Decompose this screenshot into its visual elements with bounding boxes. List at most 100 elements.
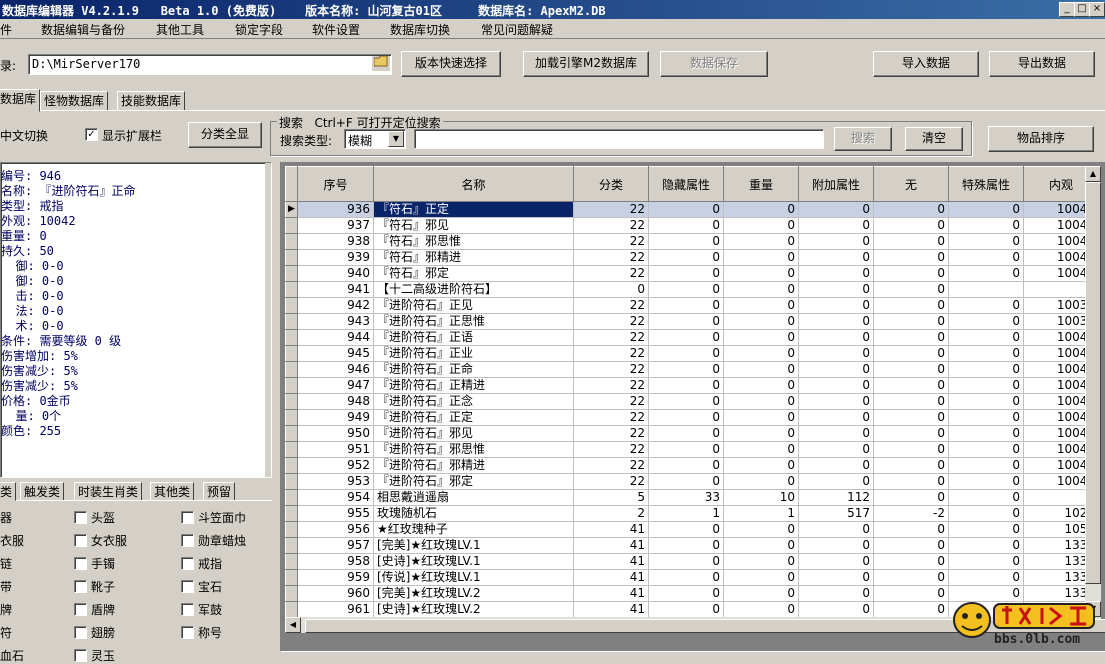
import-data-button[interactable]: 导入数据 xyxy=(873,51,979,77)
table-cell[interactable]: 0 xyxy=(948,489,1024,506)
table-cell[interactable]: 0 xyxy=(648,249,724,266)
category-checkbox[interactable] xyxy=(181,511,194,524)
table-cell[interactable]: 0 xyxy=(723,537,799,554)
table-row[interactable]: 948 『进阶符石』正念 22 0 0 0 0 0 10044 xyxy=(285,393,1099,410)
table-cell[interactable]: 0 xyxy=(798,377,874,394)
table-row[interactable]: 953 『进阶符石』邪定 22 0 0 0 0 0 10049 xyxy=(285,473,1099,490)
table-cell[interactable]: 0 xyxy=(723,329,799,346)
category-label[interactable]: 称号 xyxy=(198,624,222,641)
table-cell[interactable]: 0 xyxy=(873,217,949,234)
table-cell[interactable]: 22 xyxy=(573,345,649,362)
table-cell[interactable]: 0 xyxy=(573,281,649,298)
table-cell[interactable]: 41 xyxy=(573,521,649,538)
row-indicator[interactable] xyxy=(285,265,298,282)
table-cell[interactable]: 0 xyxy=(873,537,949,554)
row-indicator[interactable] xyxy=(285,233,298,250)
table-cell[interactable]: 0 xyxy=(648,569,724,586)
table-cell[interactable]: 948 xyxy=(297,393,374,410)
table-cell[interactable]: 『进阶符石』邪见 xyxy=(373,425,574,442)
table-cell[interactable]: 0 xyxy=(723,473,799,490)
table-cell[interactable]: 『进阶符石』正语 xyxy=(373,329,574,346)
table-cell[interactable]: 『符石』邪定 xyxy=(373,265,574,282)
table-cell[interactable]: 『进阶符石』邪思惟 xyxy=(373,441,574,458)
table-cell[interactable]: 0 xyxy=(948,361,1024,378)
table-cell[interactable]: 0 xyxy=(798,553,874,570)
table-cell[interactable]: 0 xyxy=(948,201,1024,218)
table-row[interactable]: 956 ★红玫瑰种子 41 0 0 0 0 0 1058 xyxy=(285,521,1099,538)
table-cell[interactable]: 0 xyxy=(873,393,949,410)
table-cell[interactable]: [传说]★红玫瑰LV.1 xyxy=(373,569,574,586)
category-checkbox[interactable] xyxy=(74,557,87,570)
table-row[interactable]: 951 『进阶符石』邪思惟 22 0 0 0 0 0 10047 xyxy=(285,441,1099,458)
menu-file[interactable]: 件 xyxy=(0,21,12,38)
tab-cat-fashion[interactable]: 时装生肖类 xyxy=(74,482,143,501)
category-label[interactable]: 器 xyxy=(0,509,12,526)
table-cell[interactable]: 22 xyxy=(573,409,649,426)
row-indicator[interactable] xyxy=(285,281,298,298)
table-cell[interactable]: 517 xyxy=(798,505,874,522)
table-cell[interactable]: 0 xyxy=(798,601,874,617)
table-cell[interactable] xyxy=(948,281,1024,298)
table-cell[interactable]: 0 xyxy=(723,201,799,218)
menu-faq[interactable]: 常见问题解疑 xyxy=(481,21,553,38)
table-cell[interactable]: 0 xyxy=(648,441,724,458)
row-indicator[interactable] xyxy=(285,441,298,458)
column-header[interactable]: 无 xyxy=(873,166,949,202)
table-cell[interactable]: 0 xyxy=(873,313,949,330)
table-cell[interactable]: 944 xyxy=(297,329,374,346)
tab-cat-equip[interactable]: 类 xyxy=(0,482,17,501)
table-cell[interactable]: 0 xyxy=(873,249,949,266)
table-cell[interactable]: 0 xyxy=(648,537,724,554)
table-cell[interactable]: 22 xyxy=(573,297,649,314)
table-cell[interactable]: 41 xyxy=(573,569,649,586)
category-label[interactable]: 斗笠面巾 xyxy=(198,509,246,526)
table-cell[interactable]: 0 xyxy=(948,409,1024,426)
table-row[interactable]: 954相思戴逍遥扇53310112007 xyxy=(285,489,1099,506)
table-cell[interactable]: 『进阶符石』邪定 xyxy=(373,473,574,490)
table-cell[interactable]: 0 xyxy=(723,441,799,458)
table-cell[interactable]: 0 xyxy=(648,201,724,218)
table-row[interactable]: 941 【十二高级进阶符石】 0 0 0 0 0 xyxy=(285,281,1099,298)
table-cell[interactable]: 0 xyxy=(798,457,874,474)
table-row[interactable]: 943 『进阶符石』正思惟 22 0 0 0 0 0 10039 xyxy=(285,313,1099,330)
table-cell[interactable]: [史诗]★红玫瑰LV.2 xyxy=(373,601,574,617)
search-button[interactable]: 搜索 xyxy=(834,127,892,151)
table-row[interactable]: 942 『进阶符石』正见 22 0 0 0 0 0 10038 xyxy=(285,297,1099,314)
table-cell[interactable]: 0 xyxy=(648,281,724,298)
table-cell[interactable]: 0 xyxy=(873,425,949,442)
table-row[interactable]: 947 『进阶符石』正精进 22 0 0 0 0 0 10043 xyxy=(285,377,1099,394)
table-cell[interactable]: 22 xyxy=(573,329,649,346)
table-cell[interactable]: 0 xyxy=(798,233,874,250)
table-cell[interactable]: 0 xyxy=(948,569,1024,586)
table-cell[interactable]: 0 xyxy=(948,377,1024,394)
table-cell[interactable]: 958 xyxy=(297,553,374,570)
table-cell[interactable]: 949 xyxy=(297,409,374,426)
show-all-categories-button[interactable]: 分类全显 xyxy=(188,122,262,148)
table-row[interactable]: 946 『进阶符石』正命 22 0 0 0 0 0 10042 xyxy=(285,361,1099,378)
lang-switch-label[interactable]: 中文切换 xyxy=(0,127,48,144)
table-cell[interactable]: 0 xyxy=(873,345,949,362)
search-type-select[interactable]: 模糊 ▼ xyxy=(344,129,406,149)
table-cell[interactable]: 0 xyxy=(948,345,1024,362)
category-checkbox[interactable] xyxy=(74,511,87,524)
row-indicator[interactable] xyxy=(285,297,298,314)
table-cell[interactable]: 0 xyxy=(648,601,724,617)
table-cell[interactable]: 941 xyxy=(297,281,374,298)
table-cell[interactable]: 0 xyxy=(798,409,874,426)
table-row[interactable]: 940 『符石』邪定 22 0 0 0 0 0 10049 xyxy=(285,265,1099,282)
table-cell[interactable]: 41 xyxy=(573,601,649,617)
table-cell[interactable]: 0 xyxy=(648,361,724,378)
table-cell[interactable]: 0 xyxy=(723,377,799,394)
category-checkbox[interactable] xyxy=(181,603,194,616)
table-cell[interactable]: 0 xyxy=(723,425,799,442)
table-cell[interactable]: 0 xyxy=(798,361,874,378)
table-cell[interactable]: 0 xyxy=(798,217,874,234)
table-cell[interactable]: 0 xyxy=(873,329,949,346)
category-label[interactable]: 头盔 xyxy=(91,509,115,526)
table-cell[interactable]: 0 xyxy=(798,313,874,330)
table-cell[interactable]: 0 xyxy=(948,393,1024,410)
table-cell[interactable]: 950 xyxy=(297,425,374,442)
table-cell[interactable]: 0 xyxy=(798,569,874,586)
table-cell[interactable]: 0 xyxy=(648,377,724,394)
table-cell[interactable]: -2 xyxy=(873,505,949,522)
